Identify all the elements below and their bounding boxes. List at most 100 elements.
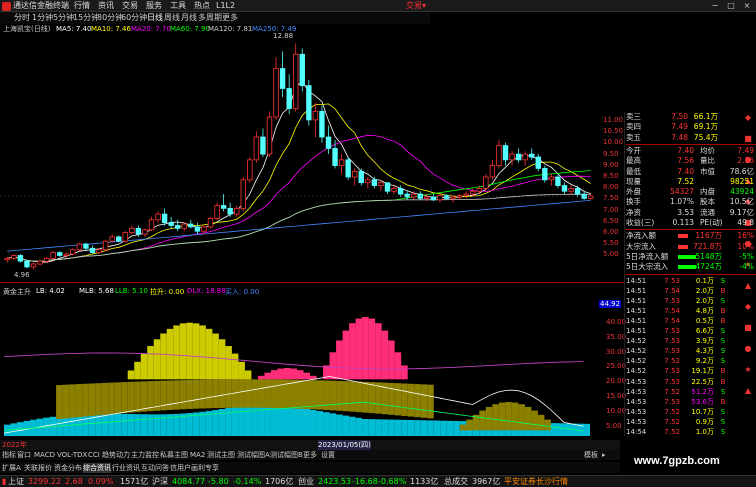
trade-button[interactable]: 交易▾ [406, 0, 426, 12]
flow-value: -5148万 [692, 251, 722, 261]
tab-macd[interactable]: MACD [34, 450, 55, 460]
minimize-icon[interactable]: − [708, 1, 722, 11]
tab-monitor[interactable]: 主力监控 [131, 450, 159, 460]
menu-quotes[interactable]: 行情 [74, 0, 90, 12]
indicator-bar-pink [362, 317, 369, 380]
indicator-bar-yellow [244, 370, 252, 380]
stat-label: 收益(三) [626, 218, 655, 227]
tab-fund-distribution[interactable]: 资金分布 [54, 463, 82, 473]
menu-l1l2[interactable]: L1L2 [216, 0, 235, 12]
tab-industry-news[interactable]: 行业资讯 [112, 463, 140, 473]
tab-test-a[interactable]: 测试幅图A [237, 450, 270, 460]
tick-direction: S [720, 276, 726, 285]
indicator-bar-olive [277, 379, 284, 409]
indicator-bar-olive [88, 383, 96, 416]
indicator-bar-pink [388, 340, 395, 380]
tab-settings[interactable]: 设置 [321, 450, 335, 460]
menu-service[interactable]: 服务 [146, 0, 162, 12]
period-tab[interactable]: 月线 [181, 12, 197, 24]
menu-tools[interactable]: 工具 [170, 0, 186, 12]
menu-news[interactable]: 资讯 [98, 0, 114, 12]
tab-private[interactable]: 私募主图 [160, 450, 188, 460]
ask-row: 卖四 7.49 69.1万 [626, 122, 756, 132]
period-tab[interactable]: 分时 [14, 12, 30, 24]
indicator-bar-cyan [368, 419, 376, 436]
indicator-bar-pink [329, 352, 337, 380]
period-tab[interactable]: 1分钟 [32, 12, 53, 24]
candle-body [306, 85, 312, 121]
app-logo-icon [2, 2, 11, 11]
candle-body [522, 153, 528, 161]
stat-value-2: 2.16 [737, 156, 754, 166]
candlestick-chart[interactable] [0, 34, 624, 282]
index-sh-label[interactable]: 上证 [8, 476, 24, 487]
tab-trend[interactable]: 趋势动力 [102, 450, 130, 460]
index-cy-amount: 1133亿 [410, 477, 439, 486]
candle-body [463, 193, 469, 196]
period-tab-active[interactable]: 日线 [147, 12, 163, 24]
indicator-bar-olive [511, 402, 519, 431]
menu-trade[interactable]: 交易 [122, 0, 138, 12]
index-hs-change: -5.80 [208, 477, 229, 486]
indicator-bar-olive [186, 379, 193, 409]
tab-vol[interactable]: VOL-TDX [57, 450, 87, 460]
candle-body [234, 207, 240, 215]
tick-row: 14:52 7.53 3.9万 S [626, 336, 756, 346]
tab-test-main[interactable]: 测试主图 [207, 450, 235, 460]
period-tab[interactable]: 5分钟 [53, 12, 74, 24]
tab-related-quote[interactable]: 关联报价 [24, 463, 52, 473]
template-button[interactable]: 模板 [584, 450, 598, 460]
ask-label: 卖五 [626, 132, 641, 142]
period-tab[interactable]: 周线 [164, 12, 180, 24]
tab-credit[interactable]: 信用户画利专享 [170, 463, 219, 473]
candle-body [470, 190, 476, 195]
tab-ma2[interactable]: MA2 [190, 450, 205, 460]
indicator-bar-olive [82, 383, 89, 417]
indicator-bar-cyan [433, 420, 441, 436]
candle-body [574, 187, 581, 195]
expand-icon[interactable]: ▸ [602, 450, 606, 460]
candle-body [515, 153, 522, 161]
period-tab[interactable]: 更多 [222, 12, 238, 24]
period-tab[interactable]: 15分钟 [73, 12, 99, 24]
period-tab[interactable]: 多周期 [198, 12, 222, 24]
index-hs-label[interactable]: 沪深 [152, 476, 168, 487]
close-icon[interactable]: × [740, 1, 754, 11]
tab-window[interactable]: 窗口 [17, 450, 31, 460]
candle-body [30, 263, 37, 268]
indicator-bar-yellow [199, 325, 206, 380]
indicator-bar-cyan [427, 420, 434, 436]
index-cy-label[interactable]: 创业 [298, 476, 314, 487]
indicator-bar-olive [388, 382, 395, 415]
tab-ext-a[interactable]: 扩展A [2, 463, 21, 473]
menu-hot[interactable]: 热点 [194, 0, 210, 12]
candle-body [201, 226, 207, 232]
candle-body [476, 187, 482, 192]
tab-qa[interactable]: 互动问答 [141, 463, 169, 473]
candle-body [266, 116, 273, 155]
flow-label: 5日大宗流入 [626, 262, 669, 272]
tick-volume: 2.0万 [695, 286, 714, 295]
tick-volume: 22.5万 [691, 377, 714, 386]
tab-test-b[interactable]: 测试幅图B [270, 450, 303, 460]
index-hs-value: 4084.77 [172, 477, 206, 486]
total-volume-label: 总成交 [444, 477, 468, 486]
index-hs-pct: -0.14% [233, 477, 262, 486]
candle-body [424, 196, 430, 199]
indicator-bar-olive [270, 379, 278, 408]
indicator-bar-cyan [401, 419, 408, 436]
indicator-bar-olive [407, 383, 415, 417]
tab-news[interactable]: 综合资讯 [83, 463, 111, 473]
candle-body [561, 185, 568, 192]
ma5-label: MA5: 7.40 [56, 25, 92, 33]
tab-indicator[interactable]: 指标 [2, 450, 16, 460]
period-tab[interactable]: 60分钟 [121, 12, 147, 24]
period-tab[interactable]: 30分钟 [97, 12, 123, 24]
stock-name: 上海凯宝(日线) [3, 25, 51, 33]
candle-body [496, 145, 502, 166]
tab-cci[interactable]: CCI [88, 450, 100, 460]
tab-more[interactable]: 更多 [303, 450, 317, 460]
indicator-chart[interactable] [0, 296, 624, 440]
maximize-icon[interactable]: □ [724, 1, 738, 11]
tick-volume: 0.5万 [695, 316, 714, 325]
